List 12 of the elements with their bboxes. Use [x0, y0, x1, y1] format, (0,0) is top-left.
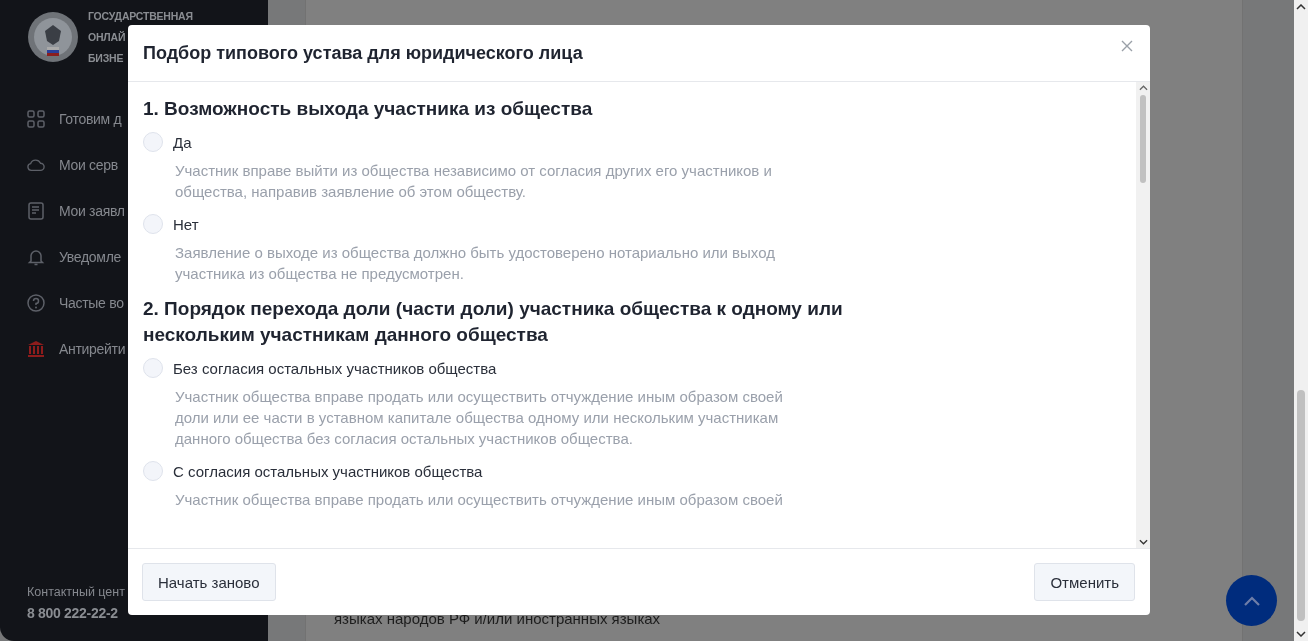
contact-phone: 8 800 222-22-2: [27, 605, 118, 621]
question-title: 1. Возможность выхода участника из общества: [143, 97, 594, 121]
option-description: Заявление о выходе из общества должно быть удостоверено нотариально или выход участника из общества не предусмотрен.: [175, 243, 776, 284]
contact-label: Контактный цент: [27, 585, 125, 599]
logo-text: ГОСУДАРСТВЕННАЯ: [88, 10, 193, 22]
option-description: Участник общества вправе продать или осуществить отчуждение иным образом своей доли или ее части в уставном капитале общества одному или нескольким участникам данного общества без согласия остальных участников общества.: [175, 387, 784, 449]
logo-text: ОНЛАЙ: [88, 31, 126, 43]
option-description: Участник общества вправе продать или осуществить отчуждение иным образом своей: [175, 490, 784, 510]
logo-text: БИЗНЕ: [88, 52, 124, 64]
modal-title: Подбор типового устава для юридического лица: [143, 42, 583, 64]
question-title: 2. Порядок перехода доли (части доли) участника общества к одному или нескольким участникам данного общества: [143, 297, 844, 347]
option-description: Участник вправе выйти из общества независимо от согласия других его участников и общества, направив заявление об этом обществу.: [175, 161, 773, 202]
